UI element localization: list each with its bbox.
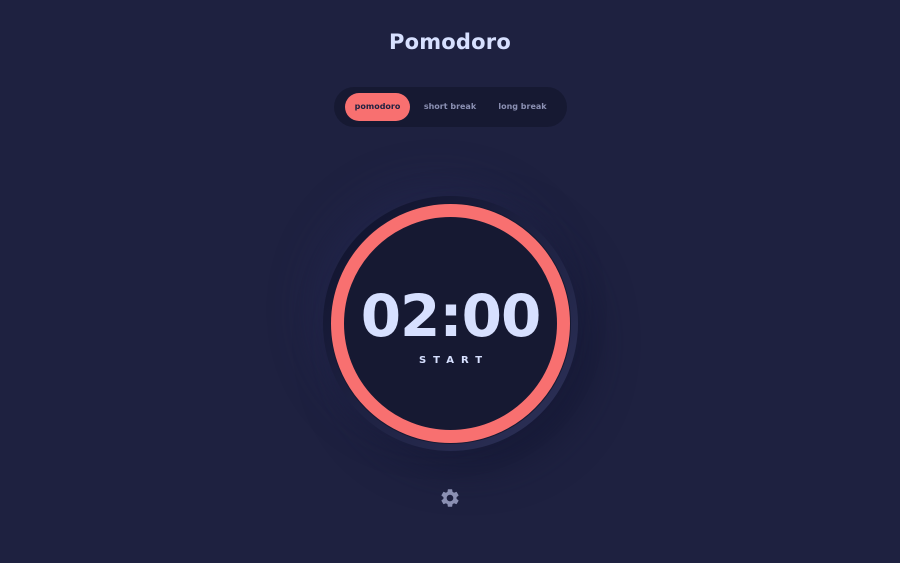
tab-short-break[interactable]: short break xyxy=(420,93,480,121)
gear-icon[interactable] xyxy=(439,487,461,509)
timer-face[interactable]: 02:00 START xyxy=(330,203,571,444)
mode-selector: pomodoro short break long break xyxy=(334,87,567,127)
timer-dial: 02:00 START xyxy=(323,196,578,451)
tab-long-break[interactable]: long break xyxy=(493,93,552,121)
start-button[interactable]: START xyxy=(330,355,571,366)
timer-display: 02:00 xyxy=(360,282,542,350)
pomodoro-app: Pomodoro pomodoro short break long break… xyxy=(0,0,900,563)
tab-pomodoro[interactable]: pomodoro xyxy=(345,93,410,121)
app-title: Pomodoro xyxy=(389,30,511,54)
